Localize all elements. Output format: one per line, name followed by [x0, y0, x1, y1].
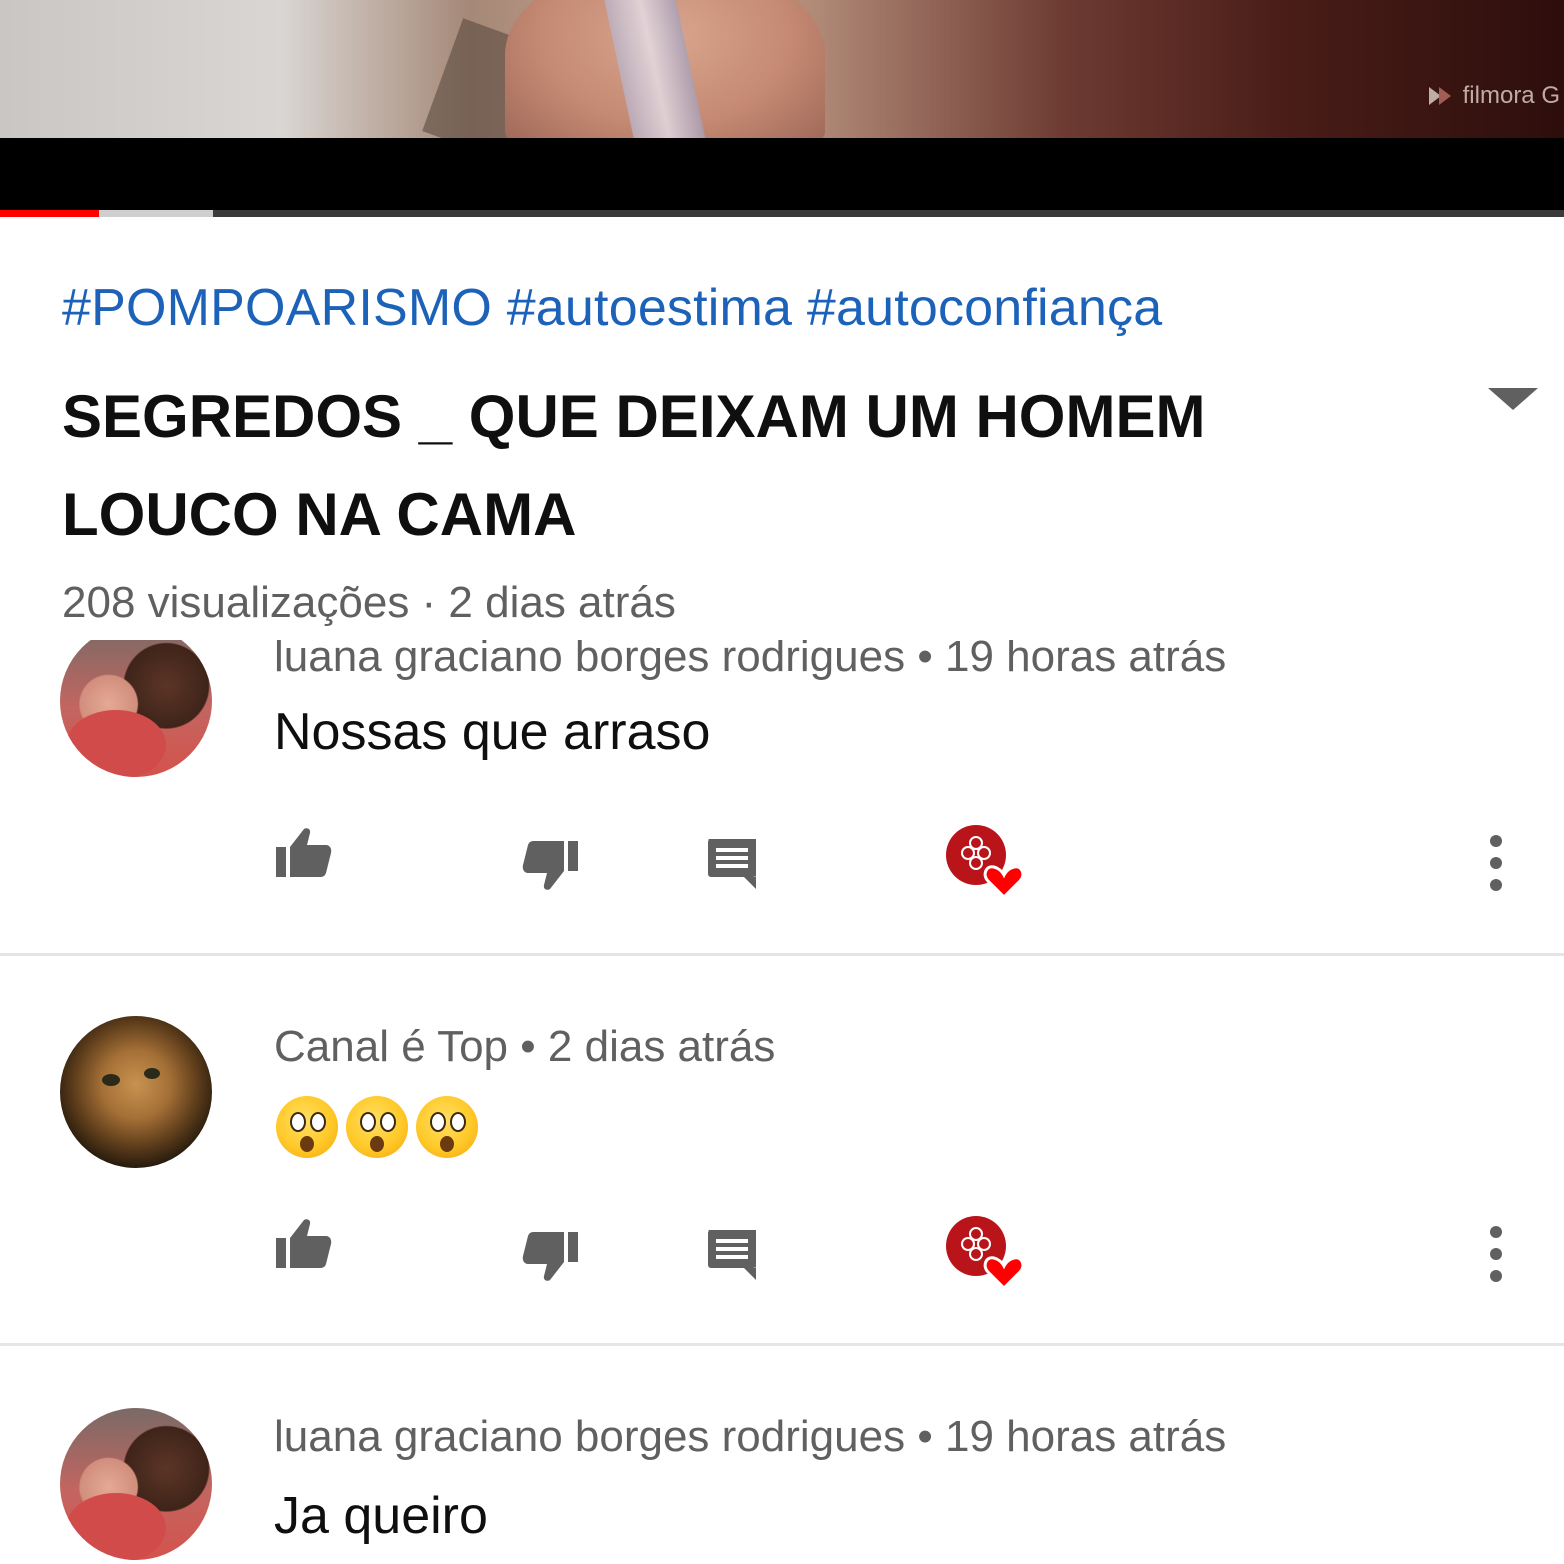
header-separator: •: [917, 1412, 945, 1461]
comment-author[interactable]: luana graciano borges rodrigues: [274, 1412, 905, 1461]
thumbs-up-icon: [274, 828, 334, 885]
hashtag-link[interactable]: #autoestima: [507, 279, 792, 337]
comment-time: 19 horas atrás: [944, 640, 1227, 681]
creator-heart-icon: [946, 825, 1026, 909]
video-player[interactable]: filmora G: [0, 0, 1564, 138]
hashtag-row: #POMPOARISMO #autoestima #autoconfiança: [62, 278, 1162, 338]
hashtag-link[interactable]: #POMPOARISMO: [62, 279, 492, 337]
comments-list: luana graciano borges rodrigues • 19 hor…: [0, 640, 1564, 1564]
dislike-button[interactable]: [520, 837, 580, 898]
hushed-face-emoji: [276, 1096, 338, 1158]
comment-actions: [0, 825, 1564, 905]
avatar[interactable]: [60, 1016, 212, 1168]
filmora-logo-icon: [1427, 83, 1453, 109]
comment-text: Nossas que arraso: [274, 703, 711, 761]
creator-heart-badge: [946, 825, 1026, 910]
comment-header: luana graciano borges rodrigues • 19 hor…: [274, 1412, 1226, 1462]
more-vertical-icon: [1486, 1226, 1506, 1286]
avatar[interactable]: [60, 640, 212, 777]
video-meta: 208 visualizações · 2 dias atrás: [62, 578, 676, 627]
comment-item: luana graciano borges rodrigues • 19 hor…: [0, 640, 1564, 955]
comment-item: Canal é Top • 2 dias atrás: [0, 956, 1564, 1346]
comment-author[interactable]: Canal é Top: [274, 1022, 508, 1071]
comment-text: Ja queiro: [274, 1487, 488, 1545]
comment-time: 2 dias atrás: [547, 1022, 776, 1071]
comment-actions: [0, 1216, 1564, 1296]
progress-bar[interactable]: [0, 210, 1564, 217]
watermark-text: filmora G: [1462, 82, 1560, 109]
hushed-face-emoji: [416, 1096, 478, 1158]
thumbs-up-icon: [274, 1219, 334, 1276]
dislike-button[interactable]: [520, 1228, 580, 1289]
comment-author[interactable]: luana graciano borges rodrigues: [274, 640, 905, 681]
video-letterbox: [0, 138, 1564, 210]
like-button[interactable]: [274, 825, 334, 886]
comment-time: 19 horas atrás: [944, 1412, 1227, 1461]
avatar[interactable]: [60, 1408, 212, 1560]
reply-icon: [704, 1230, 760, 1286]
comment-header: luana graciano borges rodrigues • 19 hor…: [274, 640, 1226, 682]
reply-button[interactable]: [704, 1226, 760, 1287]
more-options-button[interactable]: [1486, 835, 1506, 896]
comment-item: luana graciano borges rodrigues • 19 hor…: [0, 1346, 1564, 1564]
thumbs-down-icon: [520, 1232, 580, 1288]
header-separator: •: [520, 1022, 548, 1071]
watermark: filmora G: [1427, 82, 1560, 110]
progress-fill: [0, 210, 99, 217]
hushed-face-emoji: [346, 1096, 408, 1158]
reply-icon: [704, 839, 760, 895]
more-vertical-icon: [1486, 835, 1506, 895]
expand-description-icon[interactable]: [1488, 388, 1538, 410]
video-title[interactable]: SEGREDOS _ QUE DEIXAM UM HOMEM LOUCO NA …: [62, 368, 1402, 564]
more-options-button[interactable]: [1486, 1226, 1506, 1287]
like-button[interactable]: [274, 1216, 334, 1277]
comment-emoji-row: [276, 1096, 478, 1158]
header-separator: •: [917, 640, 945, 681]
creator-heart-icon: [946, 1216, 1026, 1300]
comment-header: Canal é Top • 2 dias atrás: [274, 1022, 775, 1072]
hashtag-link[interactable]: #autoconfiança: [807, 279, 1163, 337]
reply-button[interactable]: [704, 835, 760, 896]
creator-heart-badge: [946, 1216, 1026, 1301]
thumbs-down-icon: [520, 841, 580, 897]
